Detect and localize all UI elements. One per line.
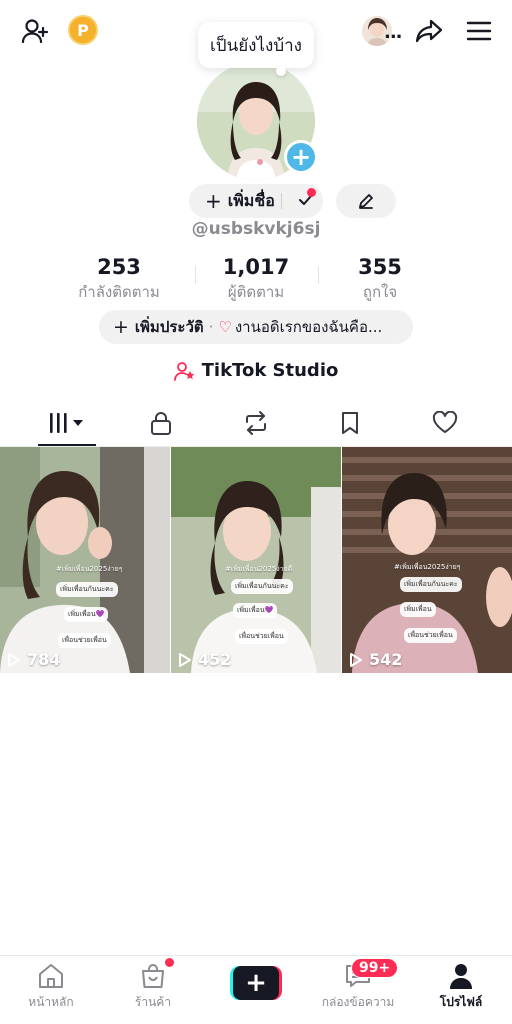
- view-count: 542: [349, 650, 402, 669]
- nav-home-label: หน้าหลัก: [28, 995, 74, 1009]
- account-switcher[interactable]: ...: [362, 14, 402, 48]
- play-icon: [8, 652, 20, 667]
- video-sticker: เพิ่มเพื่อนกันนะคะ: [56, 582, 118, 597]
- add-bio-button[interactable]: + เพิ่มประวัติ · ♡ งานอดิเรกของฉันคือ...: [99, 310, 413, 344]
- inbox-badge: 99+: [351, 958, 399, 978]
- repost-icon: [246, 411, 266, 435]
- studio-label: TikTok Studio: [201, 360, 339, 381]
- video-overlay-title: #เพิ่มเพื่อน2025ง่ายดี: [225, 565, 293, 573]
- tab-videos[interactable]: [16, 400, 118, 446]
- coin-button[interactable]: P: [68, 15, 98, 45]
- shop-notification-dot: [165, 958, 174, 967]
- tab-reposts[interactable]: [205, 400, 307, 446]
- followers-stat[interactable]: 1,017 ผู้ติดตาม: [196, 255, 316, 304]
- bubble-tail: [276, 66, 286, 76]
- add-name-label: เพิ่มชื่อ: [227, 190, 275, 210]
- username-handle: @usbskvkj6sj: [191, 219, 321, 239]
- video-sticker: เพื่อนช่วยเพื่อน: [235, 629, 288, 644]
- video-sticker: เพิ่มเพื่อนกันนะคะ: [400, 577, 462, 592]
- following-stat[interactable]: 253 กำลังติดตาม: [59, 255, 179, 304]
- heart-icon: ♡: [218, 318, 232, 336]
- nav-shop-label: ร้านค้า: [134, 995, 172, 1009]
- bio-suggestion: งานอดิเรกของฉันคือ...: [234, 318, 383, 336]
- video-overlay-title: #เพิ่มเพื่อน2025ง่ายๆ: [394, 563, 461, 571]
- stat-divider: [318, 266, 319, 284]
- nav-shop[interactable]: ร้านค้า: [102, 962, 204, 1012]
- tab-private[interactable]: [110, 400, 212, 446]
- following-label: กำลังติดตาม: [78, 283, 160, 301]
- share-icon: [415, 19, 443, 43]
- video-sticker: เพิ่มเพื่อน💜: [64, 607, 109, 622]
- plus-icon: +: [205, 189, 222, 213]
- notification-dot: [307, 188, 316, 197]
- nav-home[interactable]: หน้าหลัก: [0, 962, 102, 1012]
- status-bubble[interactable]: เป็นยังไงบ้าง: [198, 22, 314, 68]
- pencil-icon: [359, 194, 373, 209]
- video-sticker: เพิ่มเพื่อน💜: [233, 603, 278, 618]
- nav-profile[interactable]: โปรไฟล์: [410, 962, 512, 1012]
- nav-inbox-label: กล่องข้อความ: [321, 995, 395, 1009]
- tiktok-studio-link[interactable]: TikTok Studio: [0, 360, 512, 381]
- plus-icon: +: [290, 143, 312, 171]
- likes-label: ถูกใจ: [362, 283, 398, 301]
- profile-icon: [450, 964, 472, 989]
- add-avatar-button[interactable]: +: [284, 140, 318, 174]
- grid-icon: [50, 413, 83, 433]
- bookmark-icon: [342, 412, 358, 434]
- more-dots: ...: [384, 22, 402, 43]
- video-thumbnail[interactable]: #เพิ่มเพื่อน2025ง่ายๆ เพิ่มเพื่อนกันนะคะ…: [342, 447, 512, 673]
- lock-icon: [151, 412, 171, 435]
- likes-count: 355: [358, 255, 402, 279]
- edit-profile-button[interactable]: [336, 184, 396, 218]
- divider: [281, 193, 282, 209]
- following-count: 253: [97, 255, 141, 279]
- view-count: 784: [7, 650, 60, 669]
- create-button[interactable]: +: [230, 966, 282, 1000]
- bio-separator: ·: [208, 318, 214, 336]
- coin-icon: P: [68, 15, 98, 45]
- likes-stat[interactable]: 355 ถูกใจ: [320, 255, 440, 304]
- video-thumbnail[interactable]: #เพิ่มเพื่อน2025ง่ายๆ เพิ่มเพื่อนกันนะคะ…: [0, 447, 170, 673]
- video-overlay-title: #เพิ่มเพื่อน2025ง่ายๆ: [56, 565, 123, 573]
- followers-count: 1,017: [222, 255, 290, 279]
- video-sticker: เพิ่มเพื่อนกันนะคะ: [231, 579, 293, 594]
- video-sticker: เพิ่มเพื่อน: [400, 602, 436, 617]
- nav-profile-label: โปรไฟล์: [439, 995, 483, 1009]
- play-icon: [350, 652, 362, 667]
- add-user-icon: [21, 19, 49, 44]
- add-bio-label: เพิ่มประวัติ: [134, 318, 204, 336]
- view-count-value: 542: [369, 650, 403, 669]
- heart-outline-icon: [432, 411, 458, 433]
- view-count-value: 452: [198, 650, 232, 669]
- video-thumbnail[interactable]: #เพิ่มเพื่อน2025ง่ายดี เพิ่มเพื่อนกันนะค…: [171, 447, 341, 673]
- plus-icon: +: [113, 316, 129, 338]
- view-count-value: 784: [27, 650, 61, 669]
- add-friend-button[interactable]: [18, 14, 52, 48]
- video-sticker: เพื่อนช่วยเพื่อน: [404, 628, 457, 643]
- add-name-button[interactable]: + เพิ่มชื่อ: [189, 184, 323, 218]
- creator-studio-icon: [173, 361, 196, 381]
- play-icon: [179, 652, 191, 667]
- home-icon: [39, 964, 63, 988]
- tab-favorites[interactable]: [299, 400, 401, 446]
- video-sticker: เพื่อนช่วยเพื่อน: [58, 633, 111, 648]
- shopping-bag-icon: [142, 964, 164, 988]
- plus-icon: +: [233, 966, 279, 1000]
- share-profile-button[interactable]: [412, 14, 446, 48]
- tab-liked[interactable]: [394, 400, 496, 446]
- menu-button[interactable]: [462, 14, 496, 48]
- hamburger-icon: [466, 21, 492, 41]
- view-count: 452: [178, 650, 231, 669]
- status-bubble-text: เป็นยังไงบ้าง: [210, 35, 302, 56]
- followers-label: ผู้ติดตาม: [227, 283, 285, 301]
- bottom-nav-divider: [0, 955, 512, 956]
